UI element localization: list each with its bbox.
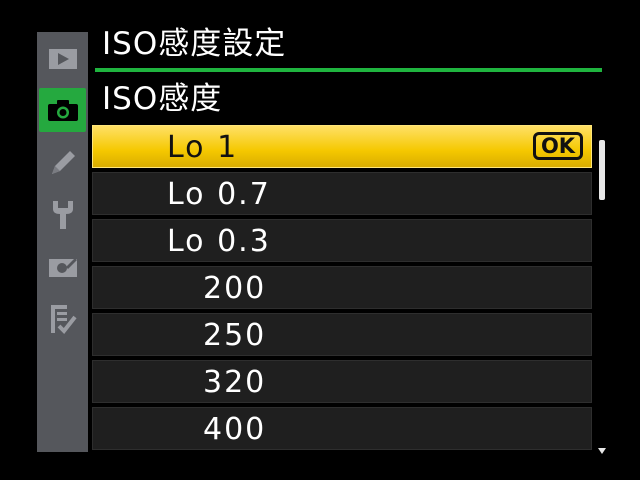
pencil-icon xyxy=(48,148,78,178)
title-divider xyxy=(95,68,602,72)
list-item-label: Lo 0.7 xyxy=(167,177,271,212)
retouch-icon xyxy=(48,255,78,279)
list-item-label: Lo 1 xyxy=(167,130,239,165)
iso-option-320[interactable]: 320 xyxy=(92,360,592,403)
iso-option-400[interactable]: 400 xyxy=(92,407,592,450)
playback-icon xyxy=(48,48,78,70)
scroll-up-arrow-icon xyxy=(596,128,608,142)
list-item-label: 320 xyxy=(203,365,267,400)
iso-option-lo-0-7[interactable]: Lo 0.7 xyxy=(92,172,592,215)
camera-icon xyxy=(47,98,79,122)
list-item-label: 200 xyxy=(203,271,267,306)
tab-setup[interactable] xyxy=(37,192,88,238)
tab-custom-settings[interactable] xyxy=(37,140,88,186)
ok-button-icon: OK xyxy=(533,132,583,160)
tab-shooting[interactable] xyxy=(39,88,86,132)
my-menu-icon xyxy=(49,303,77,335)
iso-option-lo-0-3[interactable]: Lo 0.3 xyxy=(92,219,592,262)
scrollbar[interactable] xyxy=(596,128,608,454)
menu-sidebar xyxy=(37,32,88,452)
iso-option-list: Lo 1 OK Lo 0.7 Lo 0.3 200 250 320 400 xyxy=(92,125,592,454)
list-item-label: Lo 0.3 xyxy=(167,224,271,259)
list-item-label: 400 xyxy=(203,412,267,447)
page-title: ISO感度設定 xyxy=(102,26,287,62)
tab-retouch[interactable] xyxy=(37,244,88,290)
list-item-label: 250 xyxy=(203,318,267,353)
screen: ISO感度設定 ISO感度 Lo 1 OK Lo 0.7 Lo 0.3 200 … xyxy=(0,0,640,480)
iso-option-250[interactable]: 250 xyxy=(92,313,592,356)
section-title: ISO感度 xyxy=(102,81,223,117)
wrench-icon xyxy=(50,199,76,231)
tab-my-menu[interactable] xyxy=(37,296,88,342)
iso-option-lo-1[interactable]: Lo 1 OK xyxy=(92,125,592,168)
iso-option-200[interactable]: 200 xyxy=(92,266,592,309)
scroll-down-arrow-icon xyxy=(596,440,608,454)
scroll-thumb[interactable] xyxy=(599,140,605,200)
tab-playback[interactable] xyxy=(37,36,88,82)
